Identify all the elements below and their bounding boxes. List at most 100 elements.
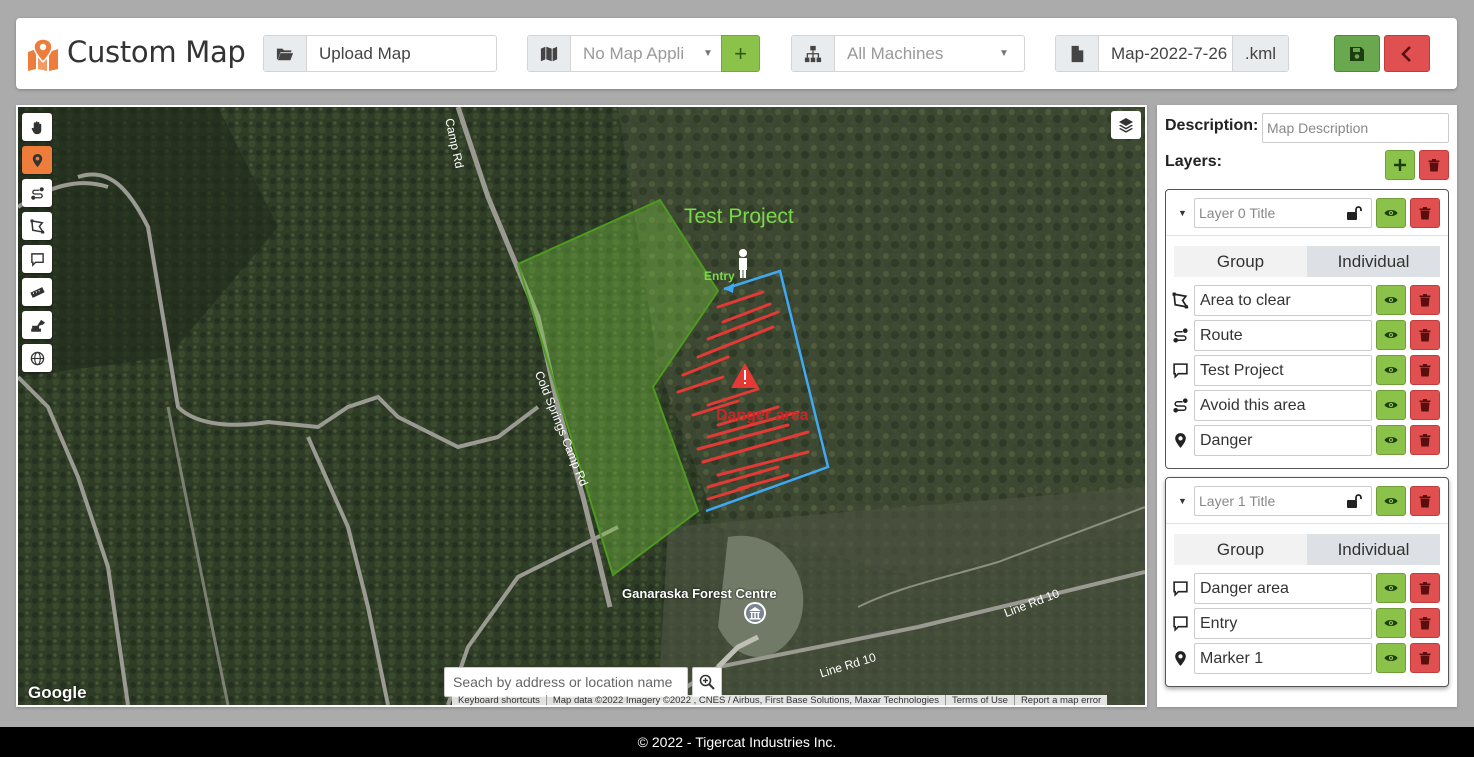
filename-group[interactable]: Map-2022-7-26 .kml (1055, 35, 1289, 72)
entry-label: Entry (704, 269, 735, 283)
item-visibility-button[interactable] (1376, 285, 1406, 315)
comment-icon (1173, 616, 1188, 632)
layer-card-1: ▼ Layer 1 Title Group Individual Danger … (1165, 477, 1449, 687)
item-delete-button[interactable] (1410, 573, 1440, 603)
item-delete-button[interactable] (1410, 608, 1440, 638)
save-button[interactable] (1334, 35, 1380, 72)
item-visibility-button[interactable] (1376, 390, 1406, 420)
trash-icon (1428, 159, 1440, 172)
drawing-toolbar (22, 113, 52, 372)
layer-visibility-button[interactable] (1376, 198, 1406, 228)
report-map-error-link[interactable]: Report a map error (1015, 695, 1107, 705)
folder-open-icon (264, 36, 307, 71)
tab-group[interactable]: Group (1174, 246, 1307, 277)
item-visibility-button[interactable] (1376, 320, 1406, 350)
item-delete-button[interactable] (1410, 643, 1440, 673)
trash-icon (1419, 364, 1431, 377)
item-visibility-button[interactable] (1376, 643, 1406, 673)
layers-icon (1119, 118, 1133, 133)
trash-icon (1419, 434, 1431, 447)
map-application-select[interactable]: No Map Appli ▼ (527, 35, 722, 72)
map-icon (528, 36, 571, 71)
layer-item: Test Project (1172, 355, 1444, 386)
keyboard-shortcuts-link[interactable]: Keyboard shortcuts (452, 695, 547, 705)
upload-map-group[interactable]: Upload Map (263, 35, 497, 72)
globe-tool-button[interactable] (22, 344, 52, 372)
layer-item-name[interactable]: Danger area (1194, 573, 1372, 604)
back-button[interactable] (1384, 35, 1430, 72)
unlock-icon[interactable] (1346, 493, 1362, 509)
machines-select[interactable]: All Machines ▼ (791, 35, 1025, 72)
item-delete-button[interactable] (1410, 320, 1440, 350)
item-visibility-button[interactable] (1376, 425, 1406, 455)
item-delete-button[interactable] (1410, 285, 1440, 315)
route-icon (30, 186, 44, 200)
file-icon (1056, 36, 1099, 71)
layer-item-name[interactable]: Danger (1194, 425, 1372, 456)
caret-down-icon[interactable]: ▼ (1178, 208, 1187, 218)
trash-icon (1419, 329, 1431, 342)
layer-item-name[interactable]: Entry (1194, 608, 1372, 639)
item-visibility-button[interactable] (1376, 608, 1406, 638)
route-icon (1173, 328, 1188, 343)
layer-item-name[interactable]: Avoid this area (1194, 390, 1372, 421)
delete-layers-button[interactable] (1419, 150, 1449, 180)
item-visibility-button[interactable] (1376, 355, 1406, 385)
tab-group[interactable]: Group (1174, 534, 1307, 565)
map-search-input[interactable]: Seach by address or location name (444, 667, 688, 697)
item-delete-button[interactable] (1410, 390, 1440, 420)
layer-item-name[interactable]: Route (1194, 320, 1372, 351)
layer-delete-button[interactable] (1410, 198, 1440, 228)
layer-visibility-button[interactable] (1376, 486, 1406, 516)
eye-icon (1384, 620, 1398, 626)
eye-icon (1384, 332, 1398, 338)
eye-icon (1384, 498, 1398, 504)
hand-icon (31, 120, 41, 134)
caret-down-icon[interactable]: ▼ (1178, 496, 1187, 506)
google-logo: Google (28, 683, 87, 702)
layer-item: Entry (1172, 608, 1444, 639)
description-input[interactable]: Map Description (1262, 113, 1449, 143)
map-container: Test Project Entry Danger area Camp Rd C… (16, 105, 1147, 707)
polygon-tool-button[interactable] (22, 212, 52, 240)
layer-header: ▼ Layer 1 Title (1166, 478, 1448, 524)
route-tool-button[interactable] (22, 179, 52, 207)
layer-delete-button[interactable] (1410, 486, 1440, 516)
terms-of-use-link[interactable]: Terms of Use (946, 695, 1015, 705)
sitemap-icon (792, 36, 835, 71)
layers-panel: Description: Map Description Layers: ▼ L… (1157, 105, 1457, 707)
layer-item-name[interactable]: Area to clear (1194, 285, 1372, 316)
pan-tool-button[interactable] (22, 113, 52, 141)
marker-icon (32, 153, 42, 167)
danger-area-label: Danger area (716, 407, 809, 424)
map-search-button[interactable] (692, 667, 722, 697)
add-map-button[interactable]: + (721, 35, 760, 72)
map-layers-button[interactable] (1111, 111, 1141, 139)
trash-icon (1419, 207, 1431, 220)
filename-input[interactable]: Map-2022-7-26 (1099, 36, 1232, 71)
item-delete-button[interactable] (1410, 425, 1440, 455)
tab-individual[interactable]: Individual (1307, 246, 1440, 277)
ruler-tool-button[interactable] (22, 278, 52, 306)
chevron-down-icon: ▼ (999, 48, 1009, 59)
eye-icon (1384, 402, 1398, 408)
layer-item-name[interactable]: Marker 1 (1194, 643, 1372, 674)
item-delete-button[interactable] (1410, 355, 1440, 385)
tab-individual[interactable]: Individual (1307, 534, 1440, 565)
satellite-map[interactable]: Test Project Entry Danger area Camp Rd C… (18, 107, 1145, 705)
item-visibility-button[interactable] (1376, 573, 1406, 603)
marker-tool-button[interactable] (22, 146, 52, 174)
map-attribution: Keyboard shortcuts Map data ©2022 Imager… (452, 695, 1108, 705)
unlock-icon[interactable] (1346, 205, 1362, 221)
comment-icon (1173, 581, 1188, 597)
eye-icon (1384, 367, 1398, 373)
trash-icon (1419, 495, 1431, 508)
comment-tool-button[interactable] (22, 245, 52, 273)
chevron-down-icon: ▼ (703, 48, 713, 59)
layer-item-name[interactable]: Test Project (1194, 355, 1372, 386)
eye-icon (1384, 585, 1398, 591)
upload-map-input[interactable]: Upload Map (307, 36, 496, 71)
add-layer-button[interactable] (1385, 150, 1415, 180)
search-plus-icon (699, 674, 715, 690)
machine-tool-button[interactable] (22, 311, 52, 339)
